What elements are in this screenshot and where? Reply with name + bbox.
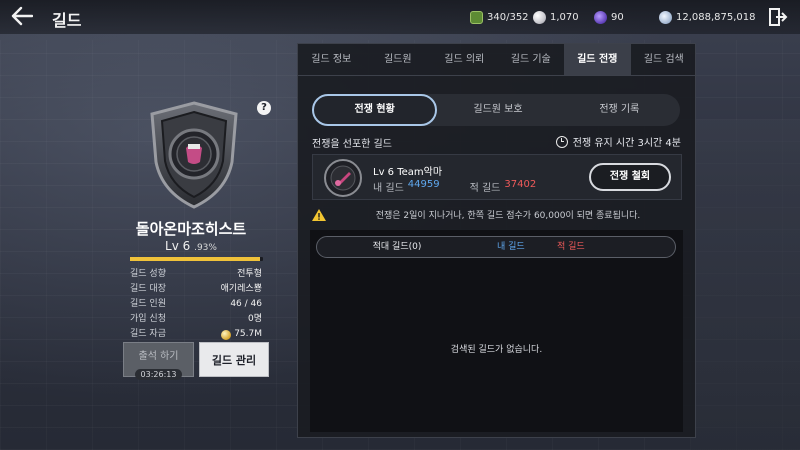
war-notice: 전쟁은 2일이 지나거나, 한쪽 길드 점수가 60,000이 되면 종료됩니다…: [312, 208, 682, 221]
enemy-guild-column: 적 길드: [557, 242, 585, 252]
hostile-guild-list: 적대 길드(0) 내 길드 적 길드 검색된 길드가 없습니다.: [310, 230, 683, 432]
war-notice-text: 전쟁은 2일이 지나거나, 한쪽 길드 점수가 60,000이 되면 종료됩니다…: [375, 211, 641, 221]
top-bar: 길드 340/352 1,070 90 12,088,875,018: [0, 0, 800, 34]
attendance-button[interactable]: 출석 하기 03:26:13: [123, 342, 194, 380]
silver-coin-icon: [659, 10, 672, 24]
info-value: 전투형: [237, 269, 262, 279]
hostile-guild-count: 적대 길드(0): [372, 242, 422, 252]
tab-requests[interactable]: 길드 의뢰: [431, 44, 498, 75]
info-row-funds: 길드 자금 75.7M: [130, 327, 262, 342]
enemy-guild-emblem-icon: [323, 158, 363, 198]
subtab-war-status[interactable]: 전쟁 현황: [312, 94, 438, 126]
pearl-icon: [533, 10, 546, 24]
info-row-members: 길드 인원 46 / 46: [130, 297, 262, 312]
guild-level: Lv 6 .93%: [116, 239, 266, 253]
guild-emblem: [148, 100, 240, 210]
info-row-leader: 길드 대장 애기레스뿅: [130, 282, 262, 297]
purple-gem-icon: [594, 10, 607, 24]
guild-tabs: 길드 정보 길드원 길드 의뢰 길드 기술 길드 전쟁 길드 검색: [298, 44, 697, 76]
enemy-guild-name: Lv 6 Team악마: [373, 167, 443, 178]
pearl-resource: 1,070: [533, 8, 579, 26]
guild-info-table: 길드 성향 전투형 길드 대장 애기레스뿅 길드 인원 46 / 46 가입 신…: [130, 267, 262, 342]
info-label: 길드 성향: [130, 269, 166, 279]
energy-value: 340/352: [487, 11, 529, 23]
declared-guild-label: 전쟁을 선포한 길드: [312, 139, 392, 150]
war-duration-text: 전쟁 유지 시간 3시간 4분: [572, 138, 681, 149]
purple-gem-resource: 90: [594, 8, 624, 26]
exit-door-icon[interactable]: [768, 7, 788, 27]
page-title: 길드: [52, 11, 82, 30]
help-icon[interactable]: ?: [257, 101, 271, 115]
attendance-timer: 03:26:13: [134, 369, 183, 380]
pearl-value: 1,070: [550, 11, 579, 23]
info-label: 길드 대장: [130, 284, 166, 294]
tab-guild-info[interactable]: 길드 정보: [298, 44, 365, 75]
silver-value: 12,088,875,018: [676, 11, 756, 23]
empty-list-message: 검색된 길드가 없습니다.: [450, 345, 543, 355]
info-row-tendency: 길드 성향 전투형: [130, 267, 262, 282]
subtab-war-history[interactable]: 전쟁 기록: [559, 94, 680, 126]
clock-icon: [555, 135, 568, 148]
war-subtabs: 전쟁 현황 길드원 보호 전쟁 기록: [312, 94, 680, 126]
tab-guild-war[interactable]: 길드 전쟁: [564, 44, 631, 75]
back-arrow-icon[interactable]: [10, 6, 34, 28]
info-label: 가입 신청: [130, 314, 166, 324]
guild-exp-fill: [130, 257, 261, 261]
tab-members[interactable]: 길드원: [365, 44, 432, 75]
silver-resource: 12,088,875,018: [659, 8, 756, 26]
info-value: 46 / 46: [230, 299, 262, 309]
info-row-applications: 가입 신청 0명: [130, 312, 262, 327]
my-guild-score: 44959: [407, 179, 440, 190]
enemy-guild-scores: 내 길드 44959 적 길드 37402: [373, 179, 536, 194]
guild-exp-percent: .93%: [194, 243, 217, 253]
subtab-member-protection[interactable]: 길드원 보호: [437, 94, 558, 126]
attendance-label: 출석 하기: [138, 351, 179, 362]
guild-exp-bar: [130, 257, 263, 261]
info-label: 길드 자금: [130, 329, 166, 339]
enemy-guild-score: 37402: [504, 179, 537, 190]
info-value: 애기레스뿅: [220, 284, 262, 294]
score-spacer: [444, 179, 466, 194]
warning-icon: [312, 208, 326, 221]
guild-manage-button[interactable]: 길드 관리: [199, 342, 269, 377]
funds-value: 75.7M: [234, 329, 262, 339]
gold-coin-icon: [221, 329, 232, 340]
hostile-list-header: 적대 길드(0) 내 길드 적 길드: [316, 236, 676, 258]
guild-name: 돌아온마조히스트: [135, 220, 247, 238]
withdraw-war-button[interactable]: 전쟁 철회: [589, 163, 671, 191]
guild-level-value: Lv 6: [165, 239, 191, 253]
info-value-funds: 75.7M: [221, 327, 262, 342]
tab-guild-search[interactable]: 길드 검색: [631, 44, 698, 75]
energy-icon: [470, 10, 483, 24]
guild-panel: 길드 정보 길드원 길드 의뢰 길드 기술 길드 전쟁 길드 검색 전쟁 현황 …: [297, 43, 697, 438]
enemy-guild-label: 적 길드: [469, 183, 501, 194]
tab-tech[interactable]: 길드 기술: [498, 44, 565, 75]
my-guild-column: 내 길드: [497, 242, 525, 252]
my-guild-label: 내 길드: [373, 183, 404, 194]
enemy-guild-card: Lv 6 Team악마 내 길드 44959 적 길드 37402 전쟁 철회: [312, 154, 682, 200]
castle-tower: [690, 120, 800, 450]
info-label: 길드 인원: [130, 299, 166, 309]
war-duration: 전쟁 유지 시간 3시간 4분: [555, 134, 681, 149]
purple-gem-value: 90: [611, 11, 624, 23]
energy-resource: 340/352: [470, 8, 529, 26]
info-value: 0명: [247, 314, 262, 324]
